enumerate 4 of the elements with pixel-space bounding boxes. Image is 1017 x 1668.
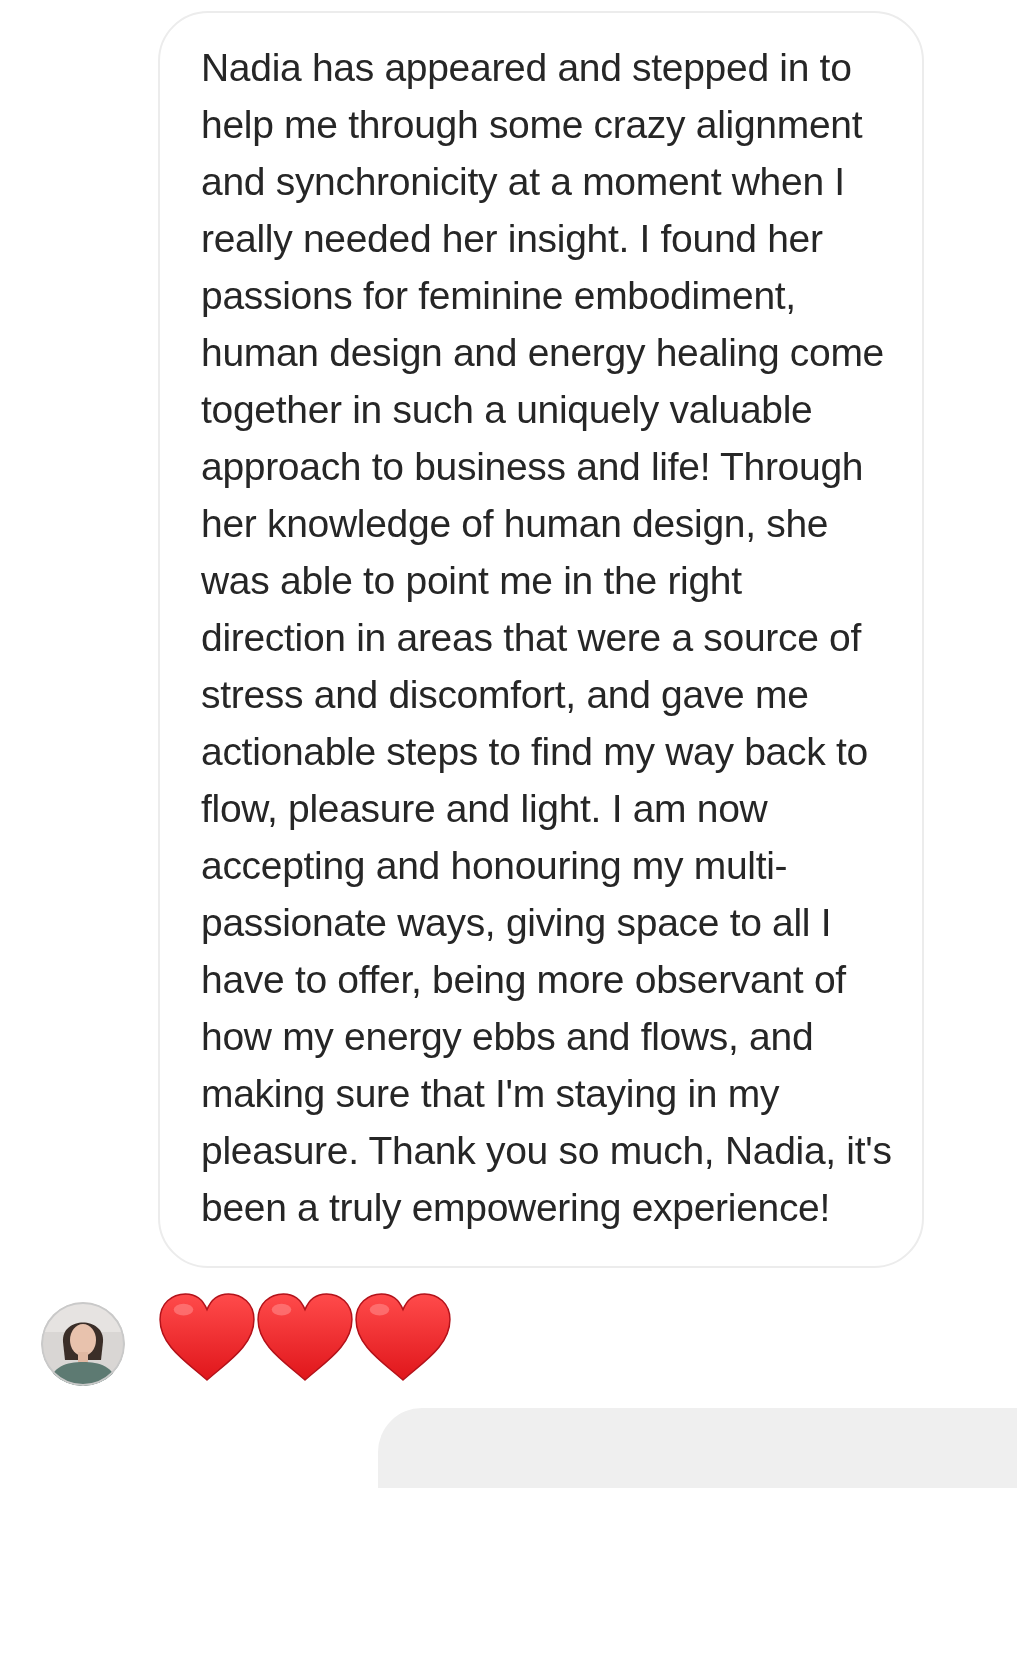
heart-icon — [158, 1292, 256, 1382]
heart-icon — [256, 1292, 354, 1382]
heart-icon — [354, 1292, 452, 1382]
message-text: Nadia has appeared and stepped in to help me through some crazy alignment and synchronicity at a moment when I really needed her insight. I found her passions for feminine embodiment, human design and energy healing come together in such a uniquely valuable approach to business and life! Through her knowledge of human design, she was able to point me in the right direction in areas that were a source of stress and discomfort, and gave me actionable steps to find my way back to flow, pleasure and light. I am now accepting and honouring my multi-passionate ways, giving space to all I have to offer, being more observant of how my energy ebbs and flows, and making sure that I'm staying in my pleasure. Thank you so much, Nadia, it's been a truly empowering experience! — [201, 45, 892, 1231]
